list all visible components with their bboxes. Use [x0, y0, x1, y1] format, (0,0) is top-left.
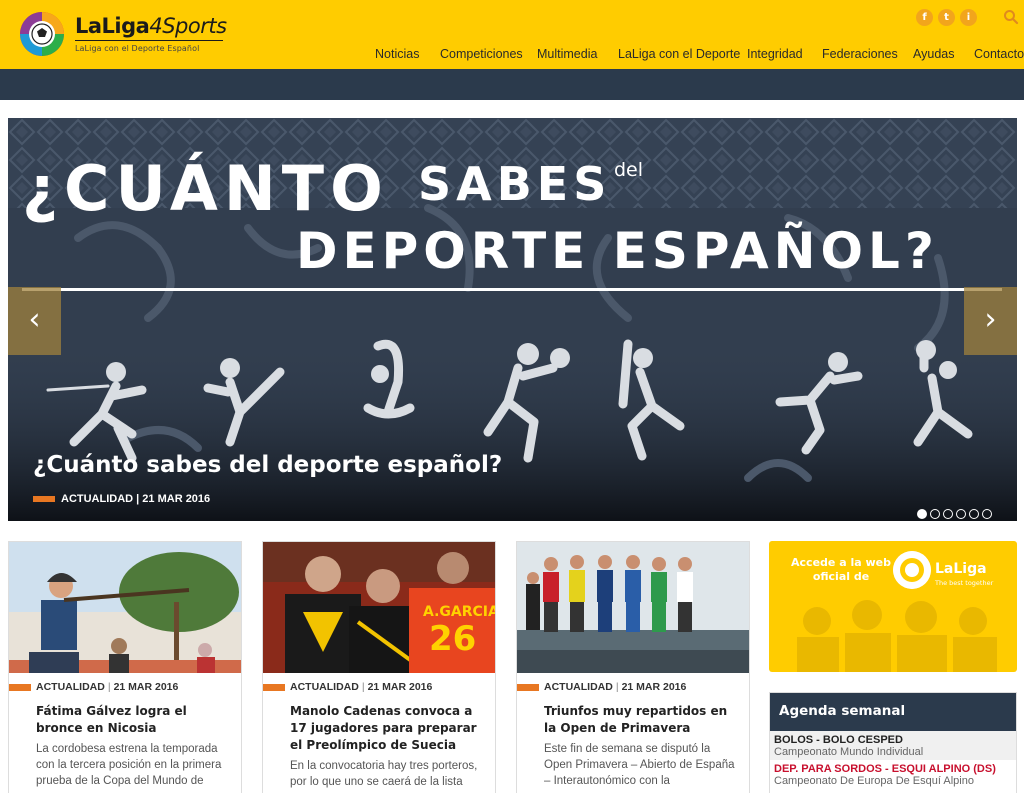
slider-pagination — [917, 504, 995, 521]
category-bar — [9, 683, 31, 691]
facebook-icon[interactable]: f — [916, 9, 933, 26]
jersey-number: 26 — [429, 619, 476, 659]
banner-text: Accede a la web oficial de — [791, 556, 891, 583]
headline-sabes: SABES — [418, 157, 611, 211]
news-card[interactable]: ACTUALIDAD | 21 MAR 2016 Fátima Gálvez log… — [8, 541, 242, 793]
news-meta: ACTUALIDAD | 21 MAR 2016 — [9, 681, 178, 693]
brand-name: LaLiga4Sports — [75, 14, 227, 38]
nav-competiciones[interactable]: Competiciones — [440, 47, 523, 61]
slide-title[interactable]: ¿Cuánto sabes del deporte español? — [33, 452, 502, 478]
slider-dot[interactable] — [982, 509, 992, 519]
news-image-rowing[interactable] — [517, 542, 749, 673]
laliga-ball-logo-icon — [20, 12, 64, 56]
slider-dot[interactable] — [930, 509, 940, 519]
slider-prev-button[interactable]: ‹ — [8, 287, 61, 355]
laliga-official-banner[interactable]: Accede a la web oficial de LaLiga The be… — [769, 541, 1017, 672]
nav-ayudas[interactable]: Ayudas — [913, 47, 954, 61]
category-bar — [33, 496, 55, 503]
slider-dot[interactable] — [956, 509, 966, 519]
news-image-handball[interactable]: A.GARCIA 26 — [263, 542, 495, 673]
laliga-logo-icon — [893, 551, 931, 589]
search-icon[interactable] — [1003, 9, 1019, 25]
twitter-icon[interactable]: t — [938, 9, 955, 26]
nav-integridad[interactable]: Integridad — [747, 47, 803, 61]
headline-cuanto: ¿CUÁNTO — [22, 152, 389, 225]
news-meta: ACTUALIDAD | 21 MAR 2016 — [263, 681, 432, 693]
category-bar — [263, 683, 285, 691]
agenda-event: Campeonato Mundo Individual — [774, 746, 924, 758]
nav-contacto[interactable]: Contacto — [974, 47, 1024, 61]
agenda-item[interactable]: DEP. PARA SORDOS - ESQUI ALPINO (DS) Cam… — [770, 760, 1016, 789]
jersey-name: A.GARCIA — [423, 604, 495, 620]
agenda-heading: Agenda semanal — [770, 693, 1016, 731]
banner-brand: LaLiga — [935, 561, 987, 577]
secondary-bar — [0, 69, 1024, 100]
brand-divider — [75, 40, 223, 41]
site-header: LaLiga4Sports LaLiga con el Deporte Espa… — [0, 0, 1024, 69]
slider-next-button[interactable]: › — [964, 287, 1017, 355]
headline-deporte-espanol: DEPORTE ESPAÑOL? — [296, 221, 939, 280]
slide-meta: ACTUALIDAD | 21 MAR 2016 — [33, 493, 210, 505]
news-meta: ACTUALIDAD | 21 MAR 2016 — [517, 681, 686, 693]
news-title[interactable]: Manolo Cadenas convoca a 17 jugadores pa… — [290, 703, 485, 754]
news-card[interactable]: A.GARCIA 26 ACTUALIDAD | 21 MAR 2016 Manol… — [262, 541, 496, 793]
agenda-sport: BOLOS - BOLO CESPED — [774, 734, 903, 746]
hero-slider: ¿CUÁNTO SABES del DEPORTE ESPAÑOL? ‹ › ¿… — [8, 118, 1017, 521]
news-title[interactable]: Fátima Gálvez logra el bronce en Nicosia — [36, 703, 231, 737]
news-image-shooting[interactable] — [9, 542, 241, 673]
category-bar — [517, 683, 539, 691]
news-excerpt: En la convocatoria hay tres porteros, po… — [290, 760, 478, 788]
news-title[interactable]: Triunfos muy repartidos en la Open de Pr… — [544, 703, 739, 737]
nav-federaciones[interactable]: Federaciones — [822, 47, 898, 61]
slider-dot[interactable] — [917, 509, 927, 519]
slider-dot[interactable] — [943, 509, 953, 519]
slider-dot[interactable] — [969, 509, 979, 519]
nav-noticias[interactable]: Noticias — [375, 47, 419, 61]
news-card[interactable]: ACTUALIDAD | 21 MAR 2016 Triunfos muy repa… — [516, 541, 750, 793]
agenda-sport: DEP. PARA SORDOS - ESQUI ALPINO (DS) — [774, 763, 996, 775]
headline-del: del — [614, 159, 643, 181]
brand-tagline: LaLiga con el Deporte Español — [75, 44, 200, 53]
agenda-item[interactable]: BOLOS - BOLO CESPED Campeonato Mundo Ind… — [770, 731, 1016, 760]
banner-tagline: The best together — [935, 579, 994, 587]
nav-laliga-con-el-deporte[interactable]: LaLiga con el Deporte — [618, 47, 740, 61]
agenda-widget: Agenda semanal BOLOS - BOLO CESPED Campe… — [769, 692, 1017, 793]
instagram-icon[interactable]: i — [960, 9, 977, 26]
agenda-event: Campeonato De Europa De Esquí Alpino — [774, 775, 974, 787]
news-excerpt: La cordobesa estrena la temporada con la… — [36, 743, 222, 787]
nav-multimedia[interactable]: Multimedia — [537, 47, 597, 61]
news-excerpt: Este fin de semana se disputó la Open Pr… — [544, 743, 735, 787]
